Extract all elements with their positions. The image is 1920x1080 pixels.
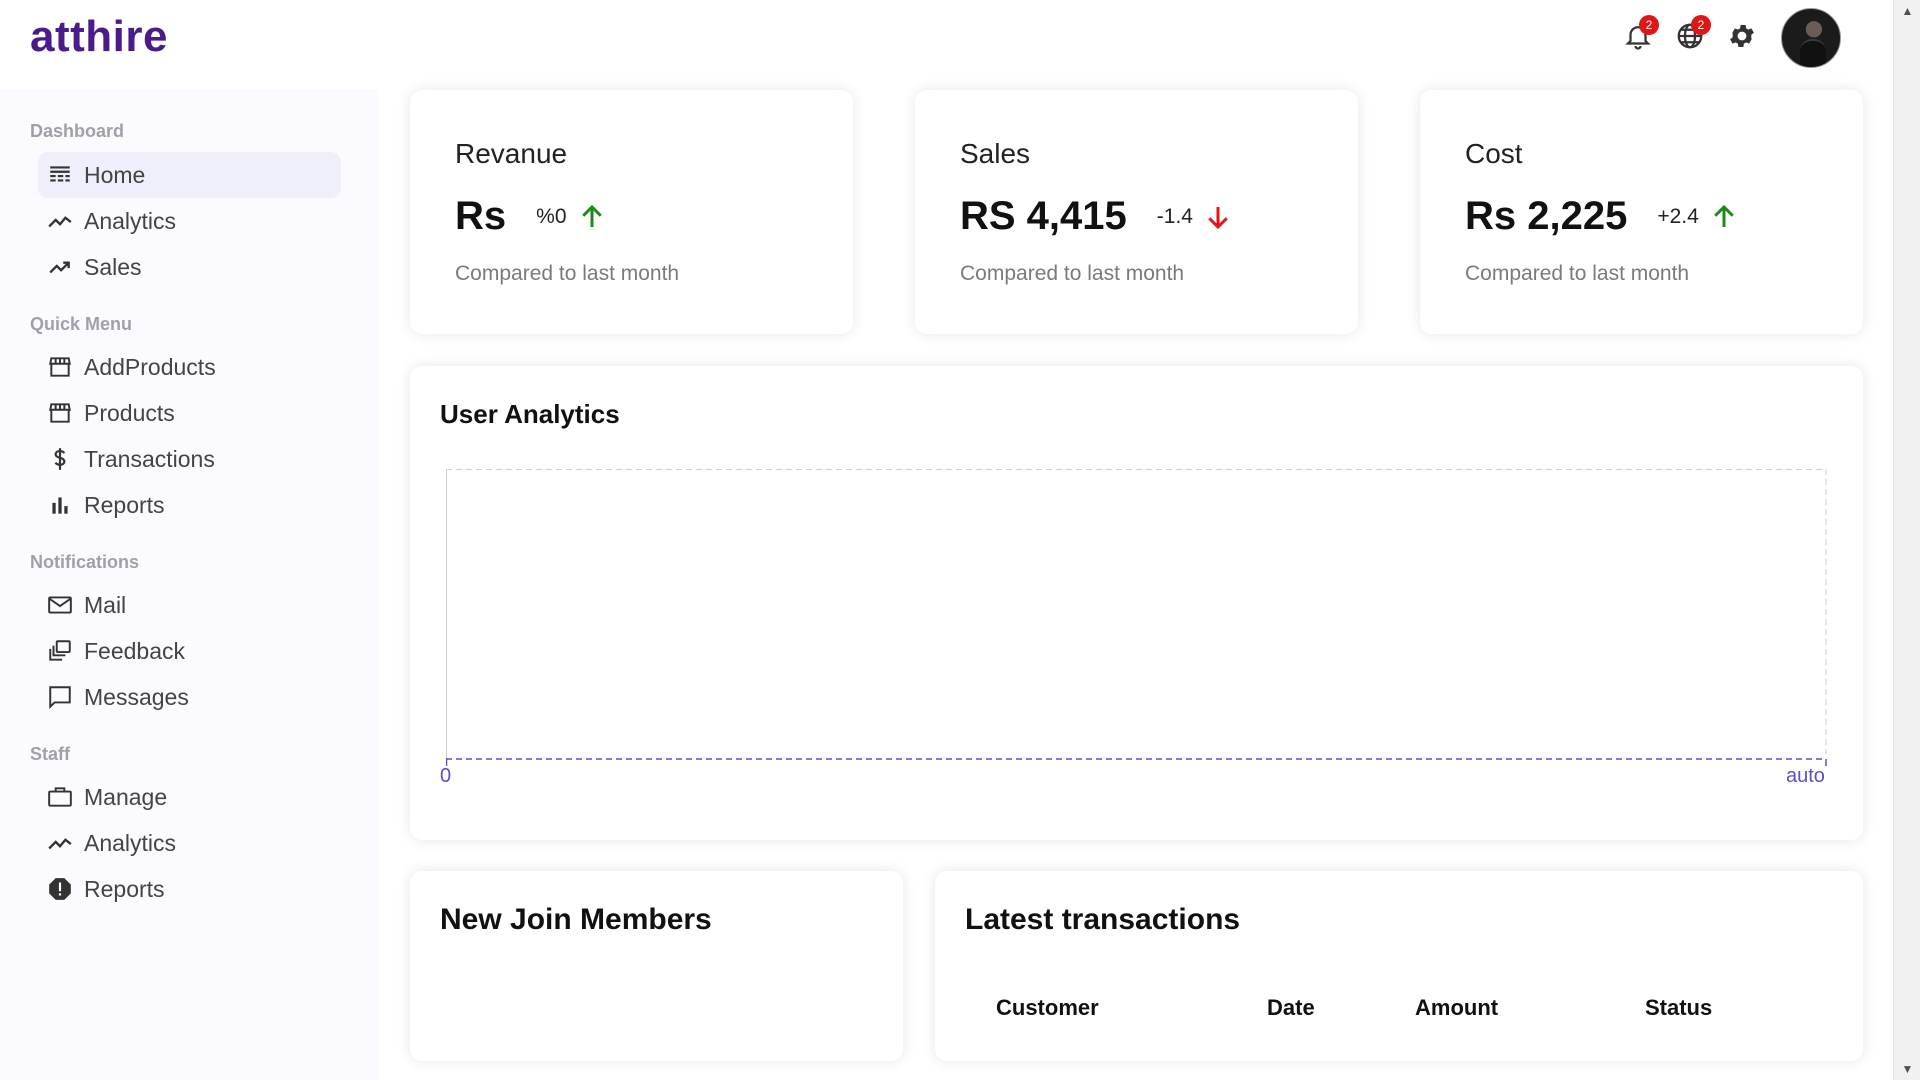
sidebar-item-staff-analytics[interactable]: Analytics	[38, 820, 341, 866]
stat-row: Rs %0	[455, 194, 607, 239]
members-title: New Join Members	[440, 903, 712, 936]
sidebar-item-label: Home	[84, 161, 146, 188]
language-badge: 2	[1691, 15, 1711, 35]
x-tick-label: 0	[440, 765, 452, 787]
stat-delta: -1.4	[1156, 204, 1193, 228]
stat-value: Rs	[455, 194, 507, 238]
table-header-status: Status	[1645, 995, 1713, 1020]
notifications-button[interactable]: 2	[1619, 15, 1659, 57]
sidebar-section-title: Dashboard	[30, 121, 125, 141]
sidebar-item-label: AddProducts	[84, 353, 216, 380]
stat-card-sales: Sales RS 4,415 -1.4 Compared to last mon…	[915, 90, 1358, 334]
sidebar-item-label: Reports	[84, 875, 165, 902]
mail-icon	[46, 591, 74, 619]
stat-title: Cost	[1465, 138, 1523, 169]
work-briefcase-icon	[46, 783, 74, 811]
sidebar-item-label: Mail	[84, 591, 127, 618]
home-dashboard-icon	[46, 161, 74, 189]
sidebar-item-label: Analytics	[84, 829, 177, 856]
avatar[interactable]	[1781, 8, 1841, 68]
top-bar: atthire 2 2	[0, 0, 1893, 89]
dynamic-feed-icon	[46, 637, 74, 665]
arrow-up-icon	[1709, 202, 1739, 232]
table-header-customer: Customer	[996, 995, 1099, 1020]
sidebar-item-label: Messages	[84, 683, 189, 710]
stat-value: Rs 2,225	[1465, 194, 1628, 238]
stat-card-revenue: Revanue Rs %0 Compared to last month	[410, 90, 853, 334]
notifications-badge: 2	[1639, 15, 1659, 35]
user-analytics-card: User Analytics 0 auto	[410, 366, 1863, 840]
storefront-icon	[46, 353, 74, 381]
scroll-down-button[interactable]: ▼	[1894, 1058, 1920, 1080]
sidebar-item-label: Sales	[84, 253, 142, 280]
language-button[interactable]: 2	[1671, 15, 1711, 57]
page-scrollbar[interactable]: ▲ ▼	[1893, 0, 1920, 1080]
table-header-date: Date	[1267, 995, 1315, 1020]
sidebar-item-label: Analytics	[84, 207, 177, 234]
timeline-icon	[46, 207, 74, 235]
sidebar-item-reports[interactable]: Reports	[38, 482, 341, 528]
new-members-card: New Join Members	[410, 871, 903, 1061]
sidebar-item-sales[interactable]: Sales	[38, 244, 341, 290]
settings-button[interactable]	[1723, 19, 1761, 57]
sidebar-item-label: Manage	[84, 783, 168, 810]
stat-subtitle: Compared to last month	[455, 262, 680, 285]
chart-svg	[445, 469, 1827, 766]
storefront-icon	[46, 399, 74, 427]
chat-bubble-icon	[46, 683, 74, 711]
stat-subtitle: Compared to last month	[960, 262, 1185, 285]
stat-subtitle: Compared to last month	[1465, 262, 1690, 285]
transactions-title: Latest transactions	[965, 903, 1241, 936]
sidebar-item-manage[interactable]: Manage	[38, 774, 341, 820]
sidebar-item-analytics[interactable]: Analytics	[38, 198, 341, 244]
sidebar-section-title: Notifications	[30, 552, 140, 572]
chart-title: User Analytics	[440, 399, 620, 429]
table-header-amount: Amount	[1415, 995, 1499, 1020]
stat-delta: +2.4	[1657, 204, 1699, 228]
sidebar-item-mail[interactable]: Mail	[38, 582, 341, 628]
stat-row: RS 4,415 -1.4	[960, 194, 1233, 239]
arrow-up-icon	[577, 202, 607, 232]
sidebar-item-products[interactable]: Products	[38, 390, 341, 436]
stat-title: Sales	[960, 138, 1031, 169]
x-tick-label: auto	[1786, 765, 1825, 787]
report-icon	[46, 875, 74, 903]
sidebar-item-home[interactable]: Home	[38, 152, 341, 198]
sidebar-item-label: Products	[84, 399, 175, 426]
bar-chart-icon	[46, 491, 74, 519]
stat-value: RS 4,415	[960, 194, 1127, 238]
sidebar-item-feedback[interactable]: Feedback	[38, 628, 341, 674]
sidebar-item-label: Reports	[84, 491, 165, 518]
trending-up-icon	[46, 253, 74, 281]
dollar-icon	[46, 445, 74, 473]
sidebar-item-staff-reports[interactable]: Reports	[38, 866, 341, 912]
app-logo[interactable]: atthire	[30, 12, 168, 62]
stat-delta: %0	[536, 204, 567, 228]
sidebar-item-label: Feedback	[84, 637, 186, 664]
sidebar-section-title: Staff	[30, 744, 70, 764]
stat-row: Rs 2,225 +2.4	[1465, 194, 1739, 239]
header-actions: 2 2	[1605, 8, 1841, 68]
stat-title: Revanue	[455, 138, 568, 169]
sidebar-item-addproducts[interactable]: AddProducts	[38, 344, 341, 390]
sidebar-section-title: Quick Menu	[30, 314, 133, 334]
sidebar: Dashboard Home Analytics Sales Quick Men…	[0, 89, 379, 1080]
scroll-up-button[interactable]: ▲	[1894, 0, 1920, 22]
sidebar-item-transactions[interactable]: Transactions	[38, 436, 341, 482]
timeline-icon	[46, 829, 74, 857]
stat-card-cost: Cost Rs 2,225 +2.4 Compared to last mont…	[1420, 90, 1863, 334]
latest-transactions-card: Latest transactions Customer Date Amount…	[935, 871, 1863, 1061]
gear-icon	[1727, 21, 1757, 56]
sidebar-item-messages[interactable]: Messages	[38, 674, 341, 720]
arrow-down-icon	[1203, 202, 1233, 232]
chart-area: 0 auto	[440, 469, 1828, 787]
sidebar-item-label: Transactions	[84, 445, 215, 472]
